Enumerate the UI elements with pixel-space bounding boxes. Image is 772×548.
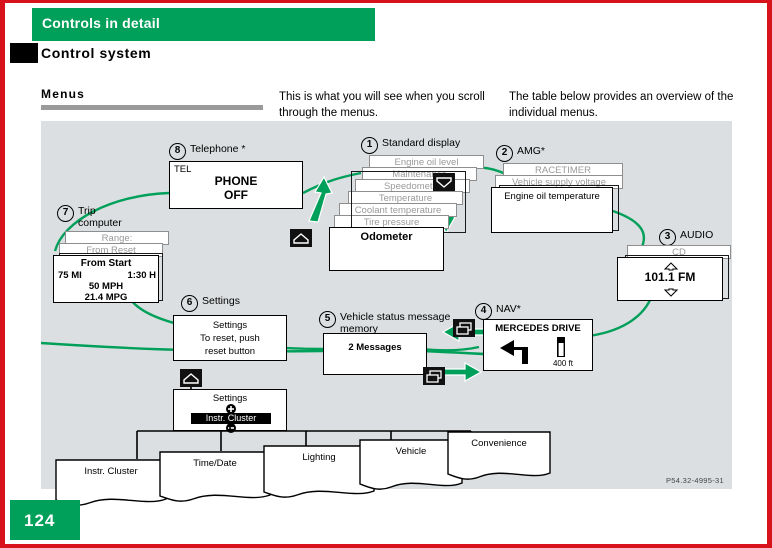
figure-credit: P54.32-4995-31 — [666, 476, 724, 485]
callout-label-4: NAV* — [496, 303, 521, 315]
nav-destination-label: MERCEDES DRIVE — [495, 323, 581, 334]
amg-active-label: Engine oil temperature — [504, 191, 600, 202]
callout-label-7: Trip computer — [78, 205, 122, 229]
callout-number-7: 7 — [57, 205, 74, 222]
callout-number-4: 4 — [475, 303, 492, 320]
callout-4: 4 NAV* — [475, 303, 521, 320]
callout-8: 8 Telephone * — [169, 143, 245, 160]
submenu-tab-4[interactable]: Convenience — [447, 431, 551, 492]
audio-active-label: 101.1 FM — [644, 270, 696, 284]
flow-arrow-right — [438, 361, 483, 383]
callout-label-1: Standard display — [382, 137, 461, 149]
distance-bar-icon — [557, 337, 565, 357]
telephone-line-1: PHONE — [214, 174, 258, 188]
node-telephone[interactable]: TEL PHONE OFF — [169, 161, 303, 209]
down-chevron-icon[interactable] — [433, 173, 455, 191]
section-title: Control system — [41, 45, 152, 61]
manual-page: Controls in detail Control system Menus … — [0, 0, 772, 548]
page-number: 124 — [24, 511, 56, 530]
intro-text-left: This is what you will see when you scrol… — [279, 91, 485, 119]
callout-1: 1 Standard display — [361, 137, 460, 154]
callout-label-3: AUDIO — [680, 229, 714, 241]
callout-3: 3 AUDIO — [659, 229, 713, 246]
callout-number-1: 1 — [361, 137, 378, 154]
nav-distance-label: 400 ft — [552, 359, 573, 368]
settings-line-2: To reset, push — [200, 333, 260, 344]
menu-flow-diagram: 8 Telephone * TEL PHONE OFF 1 Standard d… — [41, 121, 732, 506]
submenu-tab-label-4: Convenience — [471, 438, 527, 449]
callout-number-3: 3 — [659, 229, 676, 246]
audio-screen-active: 101.1 FM — [617, 257, 723, 301]
intro-text-right: The table below provides an overview of … — [509, 91, 734, 119]
turn-left-arrow-icon — [500, 340, 528, 364]
callout-label-6: Settings — [202, 295, 240, 307]
vehicle-status-label: 2 Messages — [348, 342, 402, 353]
callout-6: 6 Settings — [181, 295, 240, 312]
page-number-block: 124 — [10, 500, 80, 540]
callout-number-8: 8 — [169, 143, 186, 160]
callout-label-8: Telephone * — [190, 143, 246, 155]
amg-screen-active: Engine oil temperature — [491, 187, 613, 233]
telephone-line-2: OFF — [224, 188, 248, 202]
chapter-title-bar: Controls in detail — [32, 8, 375, 41]
node-trip-computer[interactable]: Range: From Reset From Start 75 MI 1:30 … — [53, 231, 169, 303]
node-settings[interactable]: Settings To reset, push reset button — [173, 315, 287, 361]
trip-row-0-right: 1:30 H — [127, 270, 156, 281]
trip-row-2: 21.4 MPG — [84, 292, 128, 303]
submenu-tab-label-0: Instr. Cluster — [84, 466, 138, 477]
standard-screen-active: Odometer — [329, 227, 444, 271]
node-nav[interactable]: MERCEDES DRIVE 400 ft — [483, 319, 593, 371]
chapter-title: Controls in detail — [42, 15, 160, 31]
node-vehicle-status[interactable]: 2 Messages — [323, 333, 427, 375]
submenu-tab-label-1: Time/Date — [193, 458, 237, 469]
flow-arrow-up — [308, 175, 333, 223]
up-chevron-icon[interactable] — [290, 229, 312, 247]
section-marker — [10, 43, 38, 63]
back-icon-status[interactable] — [423, 367, 445, 385]
callout-number-2: 2 — [496, 145, 513, 162]
topic-underline — [41, 105, 263, 110]
callout-7: 7 Trip computer — [57, 205, 137, 229]
settings-line-3: reset button — [204, 346, 256, 357]
callout-5: 5 Vehicle status message memory — [319, 311, 469, 335]
trip-row-0-left: 75 MI — [58, 270, 82, 281]
callout-label-5: Vehicle status message memory — [340, 311, 451, 335]
callout-label-2: AMG* — [517, 145, 546, 157]
settings-line-1: Settings — [212, 320, 248, 331]
up-chevron-icon-settings[interactable] — [180, 369, 202, 387]
callout-number-5: 5 — [319, 311, 336, 328]
callout-number-6: 6 — [181, 295, 198, 312]
topic-label: Menus — [41, 87, 86, 101]
settings-detail-title: Settings — [212, 393, 248, 404]
audio-down-arrow-icon — [664, 288, 678, 297]
callout-2: 2 AMG* — [496, 145, 545, 162]
standard-active-label: Odometer — [360, 231, 413, 243]
telephone-corner-label: TEL — [174, 164, 192, 175]
trip-row-1: 50 MPH — [88, 281, 124, 292]
trip-active-title: From Start — [80, 258, 132, 269]
submenu-tab-1[interactable]: Time/Date — [159, 451, 271, 508]
